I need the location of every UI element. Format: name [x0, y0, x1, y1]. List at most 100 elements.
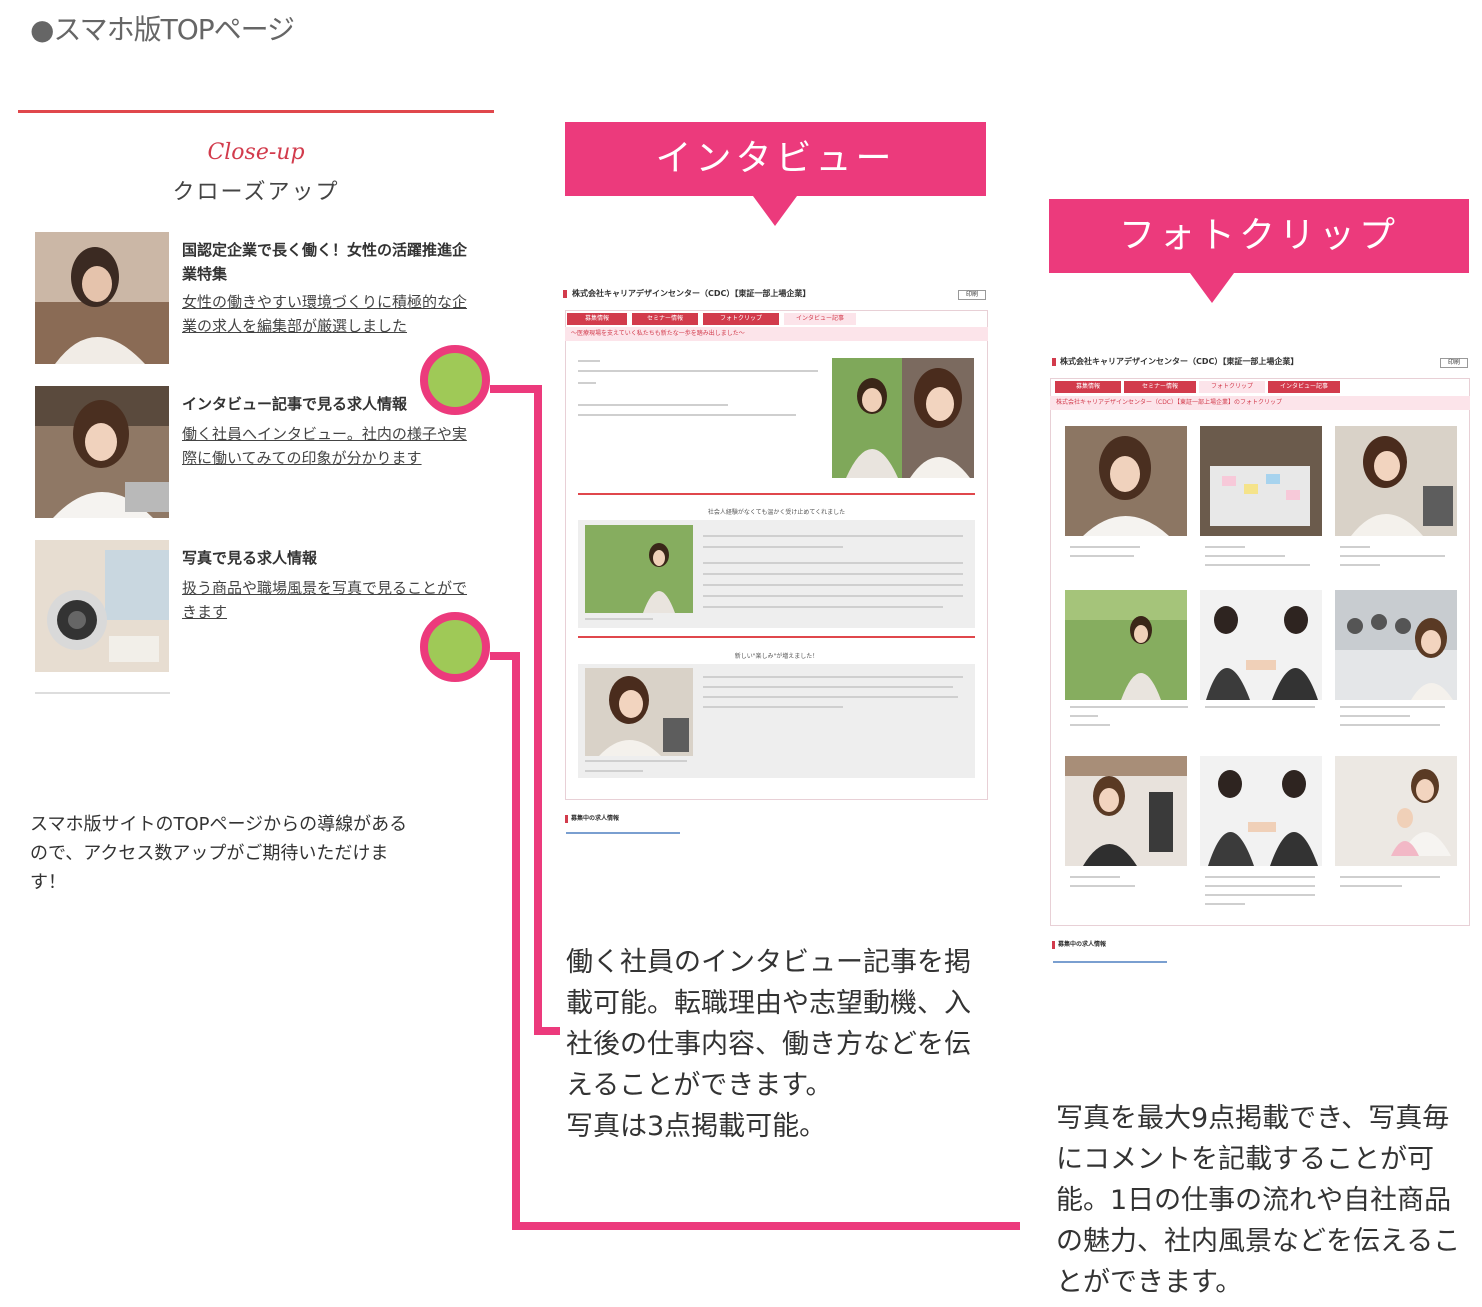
item-thumb-camera[interactable]: [35, 540, 169, 672]
text-line: [703, 595, 963, 597]
tab-interview[interactable]: インタビュー記事: [1268, 381, 1340, 393]
photoclip-photo[interactable]: [1065, 756, 1187, 866]
photoclip-photo[interactable]: [1065, 426, 1187, 536]
text-line: [703, 686, 953, 688]
tab-seminar[interactable]: セミナー情報: [632, 313, 698, 325]
tab-photoclip[interactable]: フォトクリップ: [1199, 381, 1265, 393]
tab-seminar[interactable]: セミナー情報: [1124, 381, 1196, 393]
text-line: [1340, 715, 1410, 717]
section-title: 社会人経験がなくても温かく受け止めてくれました: [707, 509, 846, 516]
callout-dot-interview: [420, 345, 490, 415]
text-line: [585, 618, 653, 620]
photoclip-photo[interactable]: [1335, 426, 1457, 536]
text-line: [703, 706, 843, 708]
section-rule: [578, 493, 975, 495]
connector-line: [512, 652, 520, 1230]
divider: [18, 110, 494, 113]
text-line: [1070, 555, 1134, 557]
section-rule: [578, 636, 975, 638]
text-line: [578, 414, 796, 416]
list-divider: [35, 692, 170, 694]
tab-recruit[interactable]: 募集情報: [1055, 381, 1121, 393]
text-line: [578, 360, 600, 362]
text-line: [703, 535, 963, 537]
text-line: [578, 404, 728, 406]
text-line: [703, 562, 963, 564]
text-line: [1070, 724, 1110, 726]
photoclip-photo[interactable]: [1335, 756, 1457, 866]
footer-link[interactable]: [566, 832, 680, 834]
item-link[interactable]: 働く社員へインタビュー。社内の様子や実際に働いてみての印象が分かります: [182, 422, 474, 470]
photoclip-photo[interactable]: [1200, 426, 1322, 536]
interview-photo-2: [585, 525, 693, 613]
text-line: [1205, 894, 1315, 896]
text-line: [1205, 903, 1245, 905]
footer-heading: 募集中の求人情報: [571, 815, 620, 822]
text-line: [585, 760, 687, 762]
connector-line: [534, 1027, 560, 1035]
footer-marker: [1052, 941, 1055, 949]
interview-photo-3: [585, 668, 693, 756]
item-thumb-interview[interactable]: [35, 386, 169, 518]
text-line: [703, 676, 963, 678]
photoclip-photo[interactable]: [1335, 590, 1457, 700]
text-line: [703, 546, 843, 548]
left-note: スマホ版サイトのTOPページからの導線があるので、アクセス数アップがご期待いただ…: [30, 814, 408, 893]
tab-interview[interactable]: インタビュー記事: [784, 313, 856, 325]
callout-dot-photoclip: [420, 612, 490, 682]
interview-photo-main: [832, 358, 974, 478]
footer-link[interactable]: [1053, 961, 1167, 963]
section-title: 新しい"楽しみ"が増えました！: [734, 653, 819, 660]
preview-header: 株式会社キャリアデザインセンター（CDC）【東証一部上場企業】: [1060, 357, 1299, 366]
photoclip-photo[interactable]: [1200, 590, 1322, 700]
footer-heading: 募集中の求人情報: [1058, 941, 1107, 948]
connector-line: [512, 1222, 1020, 1230]
item-title: 国認定企業で長く働く！女性の活躍推進企業特集: [182, 241, 468, 283]
preview-header: 株式会社キャリアデザインセンター（CDC）【東証一部上場企業】: [572, 289, 811, 298]
item-link[interactable]: 扱う商品や職場風景を写真で見ることができます: [182, 576, 474, 624]
text-line: [578, 370, 818, 372]
preview-band: ～医療現場を支えていく私たちも新たな一歩を踏み出しました～: [565, 327, 988, 341]
text-line: [703, 606, 943, 608]
text-line: [1340, 564, 1380, 566]
text-line: [1340, 546, 1370, 548]
text-line: [703, 573, 963, 575]
photoclip-photo[interactable]: [1200, 756, 1322, 866]
photoclip-photo[interactable]: [1065, 590, 1187, 700]
text-line: [1205, 546, 1245, 548]
page-title: ●スマホ版TOPページ: [30, 13, 295, 46]
print-button[interactable]: 印刷: [1440, 358, 1468, 368]
interview-banner: インタビュー: [565, 122, 986, 196]
connector-line: [534, 385, 542, 1035]
photoclip-banner: フォトクリップ: [1049, 199, 1469, 273]
item-title: 写真で見る求人情報: [182, 549, 318, 567]
text-line: [1205, 706, 1315, 708]
text-line: [585, 770, 643, 772]
text-line: [1205, 876, 1315, 878]
header-marker: [1052, 358, 1056, 366]
text-line: [703, 696, 958, 698]
text-line: [1070, 715, 1098, 717]
text-line: [1205, 555, 1285, 557]
text-line: [1340, 706, 1445, 708]
tab-photoclip[interactable]: フォトクリップ: [703, 313, 779, 325]
text-line: [1070, 876, 1120, 878]
text-line: [578, 382, 596, 384]
interview-description: 働く社員のインタビュー記事を掲載可能。転職理由や志望動機、入社後の仕事内容、働き…: [566, 947, 971, 1142]
text-line: [1340, 555, 1445, 557]
banner-arrow: [753, 196, 797, 226]
text-line: [1340, 876, 1440, 878]
text-line: [1340, 724, 1440, 726]
item-thumb-women[interactable]: [35, 232, 169, 364]
tab-recruit[interactable]: 募集情報: [567, 313, 627, 325]
text-line: [1070, 885, 1135, 887]
text-line: [703, 584, 963, 586]
print-button[interactable]: 印刷: [958, 290, 986, 300]
text-line: [1205, 885, 1315, 887]
text-line: [1205, 564, 1310, 566]
text-line: [1340, 885, 1402, 887]
preview-band: 株式会社キャリアデザインセンター（CDC）【東証一部上場企業】のフォトクリップ: [1050, 396, 1470, 410]
item-link[interactable]: 女性の働きやすい環境づくりに積極的な企業の求人を編集部が厳選しました: [182, 290, 474, 338]
closeup-title: クローズアップ: [172, 180, 340, 205]
footer-marker: [565, 815, 568, 823]
